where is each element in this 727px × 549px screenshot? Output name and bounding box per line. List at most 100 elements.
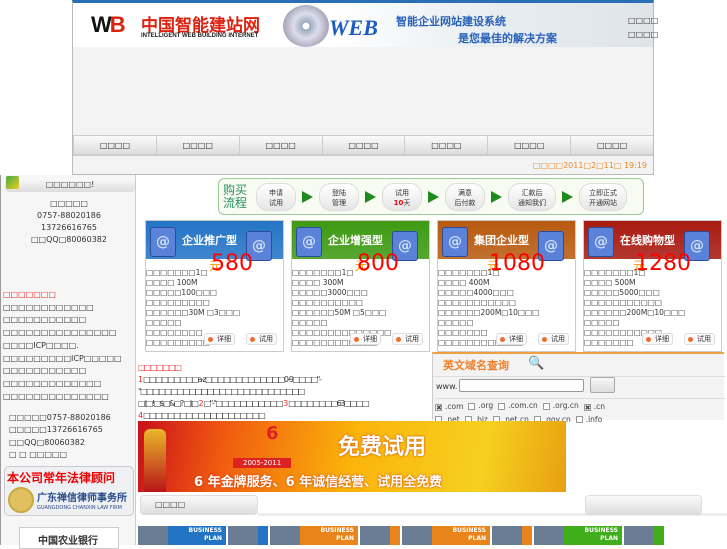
anniversary-years: 2005-2011 (233, 458, 292, 468)
detail-button[interactable]: 详细 (496, 333, 527, 345)
feature-item: □□□□□ (438, 318, 474, 327)
trial-button[interactable]: 试用 (684, 333, 715, 345)
feature-item: □□□□□□□1□ (438, 268, 500, 277)
step-trial: 试用 10天 (382, 182, 422, 211)
web-logo: WEB (329, 15, 378, 40)
step-pay: 满意 后付款 (445, 182, 485, 211)
feature-item: □□□□□3000□□□ (292, 288, 368, 297)
checkbox-icon[interactable] (498, 402, 506, 410)
law-firm-name: 广东禅信律师事务所 (37, 493, 127, 504)
feature-item: □□□□□□□□□□□ (438, 298, 516, 307)
business-plan-tile[interactable]: BUSINESS PLAN (138, 526, 226, 545)
law-firm-ad[interactable]: 本公司常年法律顾问 广东禅信律师事务所 GUANGDONG CHANXIN LA… (4, 466, 134, 516)
feature-item: □□□□□□□1□ (146, 268, 208, 277)
business-plan-tile[interactable] (228, 526, 268, 545)
package-card: @ 企业增强型 @ 元800 □□□□□□□1□ □□□□ 300M □□□□□30… (291, 220, 430, 352)
contact-mobile: 13726616765 (41, 223, 97, 232)
feature-item: □□□□ 300M (292, 278, 344, 287)
nav-item[interactable]: □□□□ (155, 136, 239, 154)
package-name: 集团企业型 (474, 234, 529, 247)
nav-item[interactable]: □□□□ (487, 136, 570, 154)
notice-line: □(□!□$□&□? □)□ 2□"-"□□□□□□□□□□□ 3□□□□□□□… (138, 399, 370, 420)
folder-icon (6, 176, 19, 189)
sidebar-link[interactable]: □□□□ICP□□□□. (3, 340, 122, 353)
nav-item[interactable]: □□□□ (321, 136, 405, 154)
nav-item[interactable]: □□□□ (73, 136, 156, 154)
feature-item: □□□□□□50M □5□□□ (292, 308, 387, 317)
address-book-icon: @ (588, 227, 614, 257)
sidebar-link[interactable]: □□□□□□□□□□□□□□□ (3, 327, 122, 340)
detail-button[interactable]: 详细 (204, 333, 235, 345)
nav-item[interactable]: □□□□ (238, 136, 322, 154)
business-plan-tile[interactable]: BUSINESS PLAN (270, 526, 358, 545)
law-firm-name-en: GUANGDONG CHANXIN LAW FIRM (37, 505, 122, 511)
package-name: 在线购物型 (620, 234, 675, 247)
magnifier-icon: 🔍 (528, 356, 545, 371)
domain-checkbox[interactable]: ✖ .com (435, 401, 463, 413)
domain-checkbox[interactable]: .com.cn (498, 400, 538, 412)
bank-ad[interactable]: 中国农业银行 (19, 527, 119, 549)
domain-checkbox[interactable]: ✖ .cn (583, 401, 605, 413)
contact-phone: 0757-88020186 (37, 211, 101, 220)
address-book-icon: @ (442, 227, 468, 257)
domain-input[interactable] (459, 379, 584, 392)
contact-qq: □□QQ□80060382 (9, 437, 85, 447)
slogan-line-1: 智能企业网站建设系统 (396, 15, 506, 28)
feature-item: □□□□□□200M□10□□□ (584, 308, 686, 317)
nav-item[interactable]: □□□□ (570, 136, 653, 154)
package-name: 企业增强型 (328, 234, 383, 247)
business-plan-tile[interactable] (624, 526, 664, 545)
checkbox-icon[interactable] (575, 416, 583, 423)
package-card: @ 企业推广型 @ 元580 □□□□□□□1□ □□□□ 100M □□□□□10… (145, 220, 284, 352)
contact-qq: □□QQ□80060382 (31, 235, 107, 244)
checkbox-icon[interactable]: ✖ (583, 403, 591, 411)
contact-extra: □ □ □□□□□ (9, 449, 67, 459)
left-sidebar: □□□□□□! □□□□□ 0757-88020186 13726616765 … (0, 175, 136, 549)
feature-item: □□□□□□30M □3□□□ (146, 308, 241, 317)
notice-title: □□□□□□□ (138, 363, 182, 372)
checkbox-icon[interactable] (468, 402, 476, 410)
domain-checkbox[interactable]: .info (575, 414, 602, 426)
feature-item: □□□□□4000□□□ (438, 288, 514, 297)
trial-button[interactable]: 试用 (538, 333, 569, 345)
banner-subline: 6 年金牌服务、6 年诚信经营、试用全免费 (194, 475, 443, 490)
logo-mark[interactable]: WB (91, 12, 126, 38)
arrow-right-icon (302, 190, 313, 203)
checkbox-icon[interactable]: ✖ (435, 403, 442, 411)
sidebar-links: □□□□□□□ □□□□□□□□□□□□ □□□□□□□□□□□ □□□□□□□… (3, 289, 122, 403)
domain-search-button[interactable] (590, 377, 615, 393)
main-nav: □□□□ □□□□ □□□□ □□□□ □□□□ □□□□ □□□□ (73, 135, 653, 156)
domain-checkbox[interactable]: .org.cn (542, 400, 579, 412)
domain-checkbox[interactable]: .org (468, 400, 493, 412)
top-link[interactable]: □□□□ (628, 28, 658, 42)
feature-item: □□□□□100□□□ (146, 288, 218, 297)
pillar-icon (144, 429, 166, 492)
top-link[interactable]: □□□□ (628, 14, 658, 28)
business-plan-tile[interactable] (360, 526, 400, 545)
nav-item[interactable]: □□□□ (404, 136, 487, 154)
trial-button[interactable]: 试用 (246, 333, 277, 345)
domain-notice: □□□□□□□ 1□□□□□□□□□a-z□□□□□□□□□□□□□0-9□□□… (138, 362, 430, 422)
business-plan-tile[interactable]: BUSINESS PLAN (534, 526, 622, 545)
sidebar-link[interactable]: □□□□□□□□□□□□□ (3, 378, 122, 391)
detail-button[interactable]: 详细 (642, 333, 673, 345)
sidebar-link[interactable]: □□□□□□□□□□□□□□ (3, 391, 122, 404)
banner-headline: 免费试用 (338, 435, 427, 460)
checkbox-icon[interactable] (542, 402, 550, 410)
business-plan-tile[interactable]: BUSINESS PLAN (402, 526, 490, 545)
sidebar-link[interactable]: □□□□□□□□□□□ (3, 365, 122, 378)
sidebar-link[interactable]: □□□□□□□□□ICP□□□□□ (3, 353, 122, 366)
trial-button[interactable]: 试用 (392, 333, 423, 345)
package-name: 企业推广型 (182, 234, 237, 247)
detail-button[interactable]: 详细 (350, 333, 381, 345)
domain-search: 英文域名查询 🔍 www. ✖ .com .org .com.cn .org.cn ✖ .c… (432, 352, 725, 424)
domain-search-title: 英文域名查询 (443, 359, 509, 372)
feature-item: □□□□□□□□□□ (292, 298, 363, 307)
sidebar-link[interactable]: □□□□□□□□□□□ (3, 314, 122, 327)
free-trial-banner[interactable]: 6 2005-2011 免费试用 6 年金牌服务、6 年诚信经营、试用全免费 (138, 421, 566, 492)
sidebar-link[interactable]: □□□□□□□□□□□□ (3, 302, 122, 315)
step-notify: 汇款后 通知我们 (508, 182, 556, 211)
contact-mobile: □□□□□13726616765 (9, 425, 103, 435)
business-plan-tile[interactable] (492, 526, 532, 545)
sidebar-link[interactable]: □□□□□□□ (3, 289, 122, 302)
